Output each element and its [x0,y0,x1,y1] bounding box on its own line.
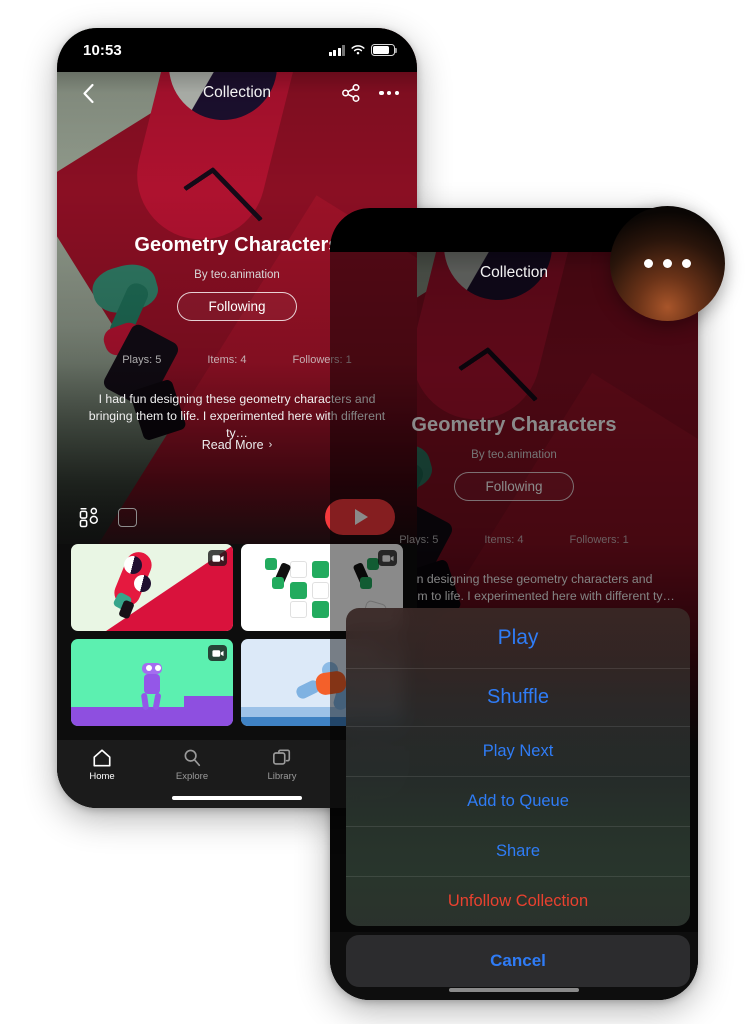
nav-bar: Collection [57,72,417,114]
status-time: 10:53 [83,41,122,59]
thumbnail-1[interactable] [71,544,233,631]
notch [153,28,321,55]
collection-description: I had fun designing these geometry chara… [88,392,386,440]
home-indicator [172,795,302,800]
following-button[interactable]: Following [177,292,297,321]
chevron-left-icon [82,83,94,103]
library-icon [273,749,291,765]
share-icon[interactable] [341,83,361,103]
grid-view-icon[interactable] [79,507,100,528]
tab-home-label: Home [89,771,115,782]
action-unfollow-collection[interactable]: Unfollow Collection [346,876,690,926]
play-icon [355,509,368,525]
tab-explore[interactable]: Explore [147,748,237,782]
tab-home[interactable]: Home [57,748,147,782]
back-button[interactable] [75,80,101,106]
stat-plays: Plays: 5 [122,354,162,366]
more-options-tap-highlight[interactable] [610,206,725,321]
battery-icon [371,44,398,56]
tab-library[interactable]: Library [237,748,327,782]
thumbnail-3[interactable] [71,639,233,726]
stat-followers-back: Followers: 1 [569,534,629,546]
chevron-right-icon: › [268,439,273,451]
view-toolbar [57,488,417,546]
action-sheet-options: Play Shuffle Play Next Add to Queue Shar… [346,608,690,926]
action-sheet: Play Shuffle Play Next Add to Queue Shar… [346,608,690,987]
tab-library-label: Library [267,771,297,782]
video-camera-icon [378,550,397,566]
read-more-label: Read More [201,438,264,452]
action-share[interactable]: Share [346,826,690,876]
notch-back [430,208,598,235]
more-options-icon[interactable] [379,90,399,96]
action-play[interactable]: Play [346,608,690,668]
video-camera-icon [208,550,227,566]
single-view-icon[interactable] [118,507,137,527]
more-options-icon-highlighted [644,259,691,268]
home-icon [93,749,111,767]
stat-items: Items: 4 [207,354,247,366]
stat-followers: Followers: 1 [292,354,352,366]
action-play-next[interactable]: Play Next [346,726,690,776]
stat-items-back: Items: 4 [484,534,524,546]
action-shuffle[interactable]: Shuffle [346,668,690,726]
wifi-icon [351,45,365,55]
read-more-button[interactable]: Read More › [57,438,417,452]
screenshot-stage: Collection Geometry Characters By teo.an… [0,0,746,1024]
play-button[interactable] [325,499,395,535]
action-add-to-queue[interactable]: Add to Queue [346,776,690,826]
action-cancel[interactable]: Cancel [346,935,690,987]
tab-explore-label: Explore [175,771,209,782]
collection-stats: Plays: 5 Items: 4 Followers: 1 [57,354,417,366]
home-indicator-back [449,987,579,992]
cellular-signal-icon [328,44,345,56]
video-camera-icon [208,645,227,661]
following-button-back[interactable]: Following [454,472,574,501]
search-icon [184,749,201,767]
